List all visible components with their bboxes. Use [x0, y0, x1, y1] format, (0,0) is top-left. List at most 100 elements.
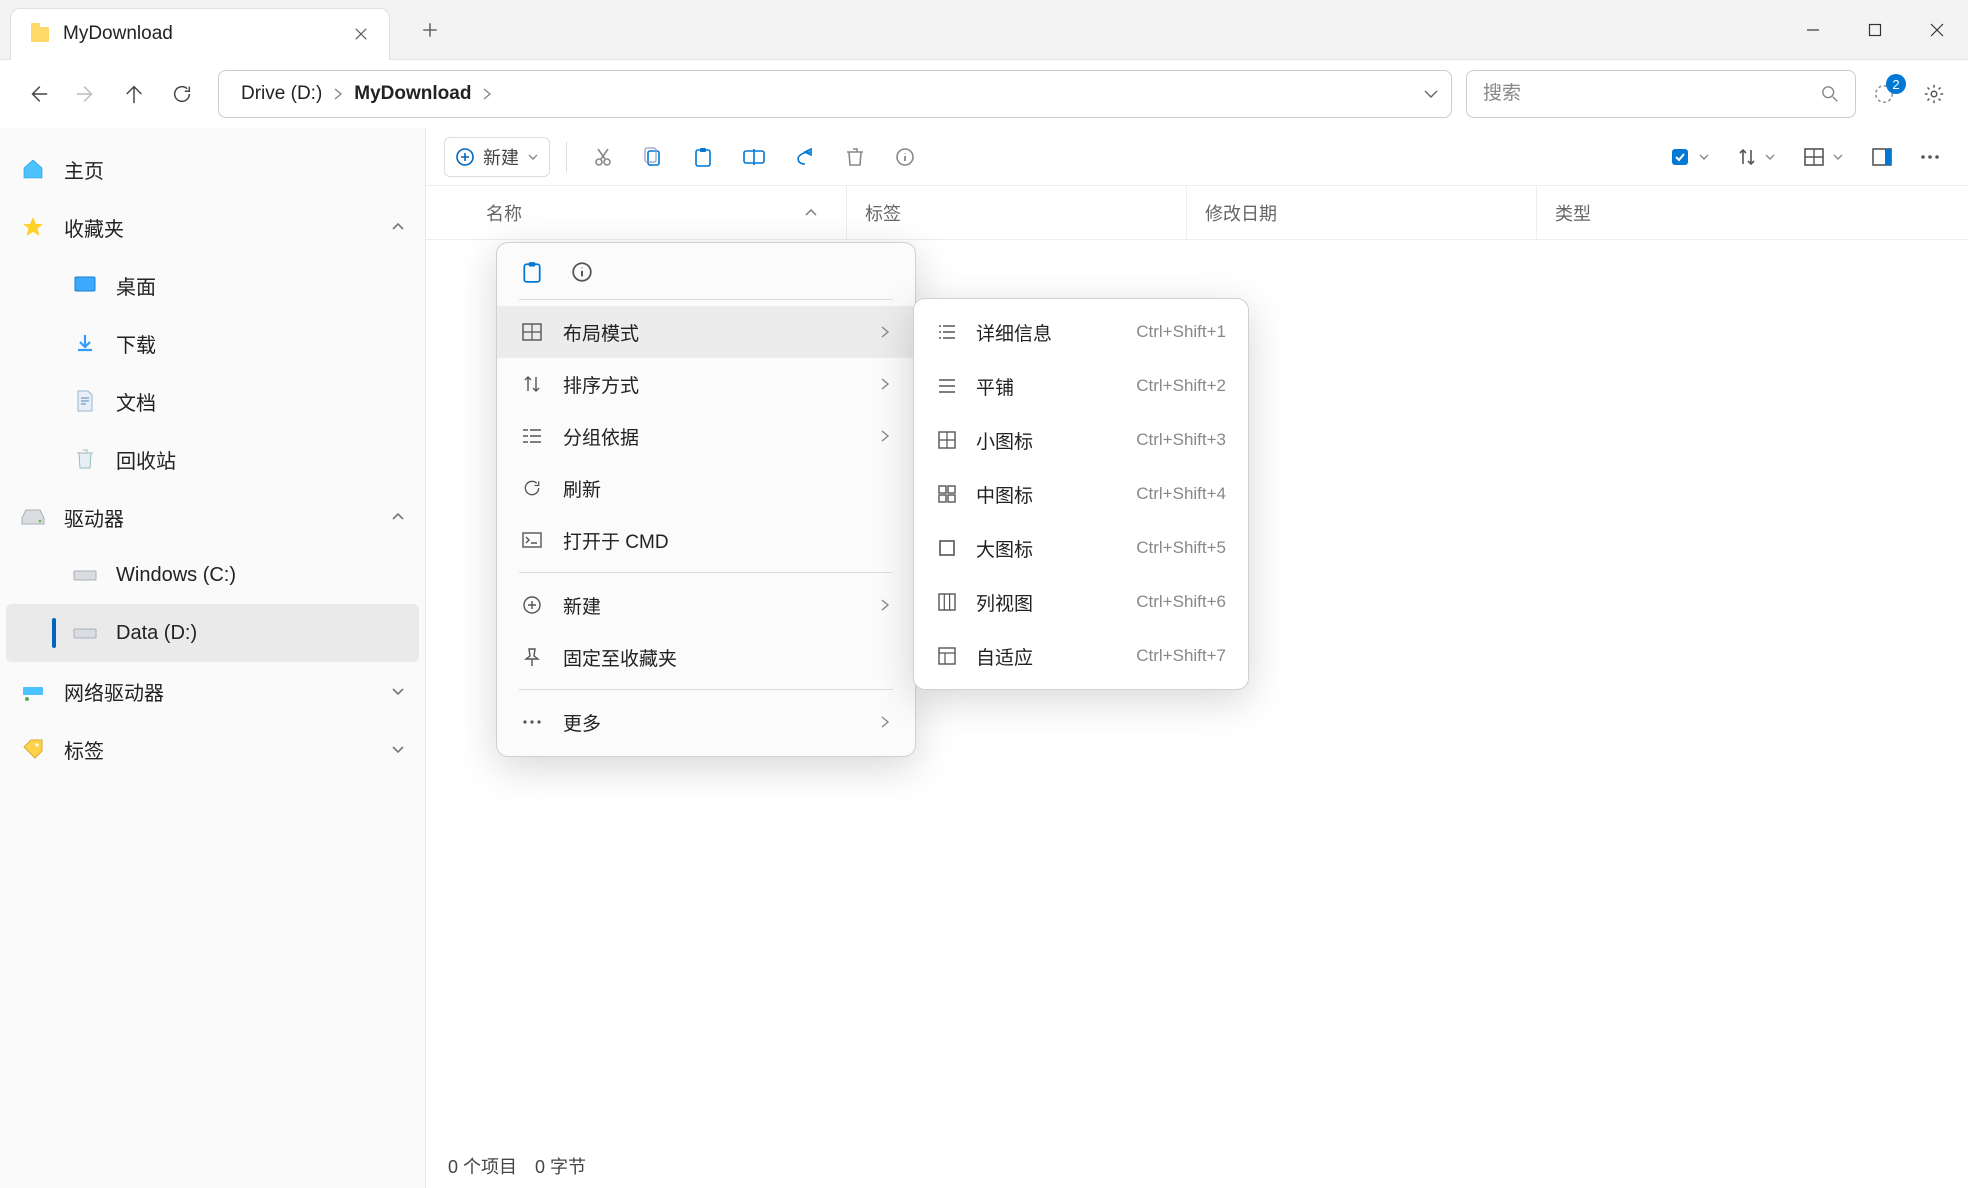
details-icon [936, 324, 958, 340]
new-button[interactable]: 新建 [444, 137, 550, 177]
status-item-count: 0 个项目 [448, 1153, 517, 1179]
column-tags[interactable]: 标签 [846, 186, 1186, 239]
file-list[interactable]: 布局模式 排序方式 分组依据 刷新 [426, 240, 1968, 1144]
layout-icon [521, 323, 543, 341]
sidebar-item-label: 网络驱动器 [64, 677, 164, 706]
cut-button[interactable] [583, 137, 623, 177]
sidebar-item-label: 回收站 [116, 445, 176, 474]
separator [519, 689, 893, 690]
network-drive-icon [20, 678, 46, 704]
maximize-button[interactable] [1844, 0, 1906, 60]
chevron-down-icon [527, 151, 539, 163]
ctx-group[interactable]: 分组依据 [497, 410, 915, 462]
sort-button[interactable] [1728, 137, 1786, 177]
sidebar-home[interactable]: 主页 [6, 140, 419, 198]
more-button[interactable] [1910, 137, 1950, 177]
sidebar-tags[interactable]: 标签 [6, 720, 419, 778]
breadcrumb-current[interactable]: MyDownload [344, 83, 481, 105]
minimize-button[interactable] [1782, 0, 1844, 60]
properties-button[interactable] [885, 137, 925, 177]
ctx-sort[interactable]: 排序方式 [497, 358, 915, 410]
column-type[interactable]: 类型 [1536, 186, 1968, 239]
grid-medium-icon [936, 485, 958, 503]
separator [519, 299, 893, 300]
separator [519, 572, 893, 573]
chevron-down-icon[interactable] [391, 742, 405, 756]
sidebar-fav-downloads[interactable]: 下载 [6, 314, 419, 372]
main-split: 主页 收藏夹 桌面 下载 文档 回收站 驱动器 W [0, 128, 1968, 1188]
ctx-new[interactable]: 新建 [497, 579, 915, 631]
settings-button[interactable] [1916, 76, 1952, 112]
search-input[interactable] [1483, 83, 1821, 105]
paste-icon[interactable] [521, 261, 543, 283]
tiles-icon [936, 378, 958, 394]
sub-small-icons[interactable]: 小图标 Ctrl+Shift+3 [914, 413, 1248, 467]
close-button[interactable] [1906, 0, 1968, 60]
sub-column-view[interactable]: 列视图 Ctrl+Shift+6 [914, 575, 1248, 629]
sidebar-network[interactable]: 网络驱动器 [6, 662, 419, 720]
columns-icon [936, 593, 958, 611]
selection-button[interactable] [1660, 137, 1720, 177]
layout-submenu: 详细信息 Ctrl+Shift+1 平铺 Ctrl+Shift+2 小图标 Ct… [913, 298, 1249, 690]
sub-medium-icons[interactable]: 中图标 Ctrl+Shift+4 [914, 467, 1248, 521]
column-name[interactable]: 名称 [426, 186, 846, 239]
sub-tiles[interactable]: 平铺 Ctrl+Shift+2 [914, 359, 1248, 413]
pane-button[interactable] [1862, 137, 1902, 177]
chevron-down-icon[interactable] [391, 684, 405, 698]
folder-icon [31, 27, 49, 42]
chevron-up-icon[interactable] [391, 510, 405, 524]
more-icon [521, 719, 543, 725]
separator [566, 142, 567, 172]
forward-button[interactable] [64, 72, 108, 116]
column-header: 名称 标签 修改日期 类型 [426, 186, 1968, 240]
info-icon[interactable] [571, 261, 593, 283]
share-button[interactable] [785, 137, 825, 177]
rename-button[interactable] [733, 137, 775, 177]
tag-icon [20, 736, 46, 762]
grid-small-icon [936, 431, 958, 449]
sidebar-fav-desktop[interactable]: 桌面 [6, 256, 419, 314]
sub-large-icons[interactable]: 大图标 Ctrl+Shift+5 [914, 521, 1248, 575]
sidebar-item-label: 标签 [64, 735, 104, 764]
tasks-indicator[interactable]: 2 [1870, 80, 1898, 108]
sidebar-fav-recycle[interactable]: 回收站 [6, 430, 419, 488]
delete-button[interactable] [835, 137, 875, 177]
refresh-icon [521, 478, 543, 498]
sidebar-drive-c[interactable]: Windows (C:) [6, 546, 419, 604]
tab-mydownload[interactable]: MyDownload [10, 8, 390, 60]
back-button[interactable] [16, 72, 60, 116]
pin-icon [521, 647, 543, 667]
sub-details[interactable]: 详细信息 Ctrl+Shift+1 [914, 305, 1248, 359]
adaptive-icon [936, 647, 958, 665]
ctx-more[interactable]: 更多 [497, 696, 915, 748]
ctx-open-cmd[interactable]: 打开于 CMD [497, 514, 915, 566]
new-tab-button[interactable] [408, 8, 452, 52]
chevron-right-icon [879, 326, 891, 338]
sidebar-drive-d[interactable]: Data (D:) [6, 604, 419, 662]
ctx-pin-fav[interactable]: 固定至收藏夹 [497, 631, 915, 683]
copy-button[interactable] [633, 137, 673, 177]
search-bar[interactable] [1466, 70, 1856, 118]
column-date[interactable]: 修改日期 [1186, 186, 1536, 239]
sidebar-drives[interactable]: 驱动器 [6, 488, 419, 546]
breadcrumb-root[interactable]: Drive (D:) [231, 83, 332, 105]
chevron-down-icon [1832, 151, 1844, 163]
chevron-up-icon[interactable] [391, 220, 405, 234]
address-history-button[interactable] [1423, 86, 1439, 102]
close-tab-button[interactable] [353, 26, 369, 42]
ctx-layout[interactable]: 布局模式 [497, 306, 915, 358]
paste-button[interactable] [683, 137, 723, 177]
sidebar-fav-documents[interactable]: 文档 [6, 372, 419, 430]
ctx-refresh[interactable]: 刷新 [497, 462, 915, 514]
chevron-down-icon [1764, 151, 1776, 163]
sort-icon [521, 374, 543, 394]
layout-button[interactable] [1794, 137, 1854, 177]
up-button[interactable] [112, 72, 156, 116]
address-bar[interactable]: Drive (D:) MyDownload [218, 70, 1452, 118]
sidebar-item-label: 驱动器 [64, 503, 124, 532]
trash-icon [72, 446, 98, 472]
sub-adaptive[interactable]: 自适应 Ctrl+Shift+7 [914, 629, 1248, 683]
chevron-right-icon [481, 88, 493, 100]
refresh-button[interactable] [160, 72, 204, 116]
sidebar-favorites[interactable]: 收藏夹 [6, 198, 419, 256]
